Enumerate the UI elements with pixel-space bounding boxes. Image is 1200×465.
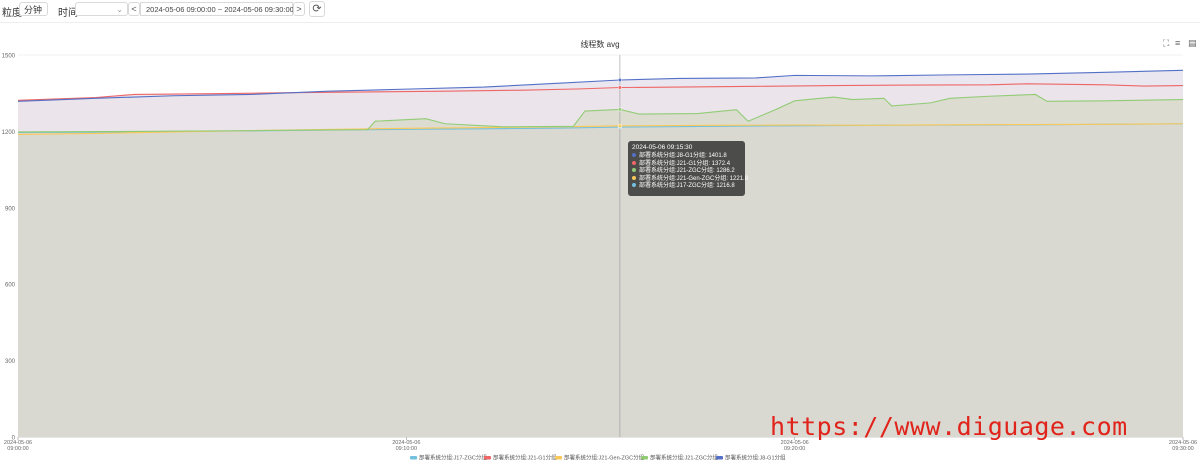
y-tick-label: 900 [5, 206, 16, 212]
tooltip-row-text: 部署系统分组:J21-ZGC分组: 1286.2 [639, 168, 735, 174]
tooltip-row-text: 部署系统分组:J8-G1分组: 1401.8 [639, 153, 727, 159]
tooltip-row: 部署系统分组:J21-ZGC分组: 1286.2 [632, 168, 741, 176]
tooltip-row: 部署系统分组:J8-G1分组: 1401.8 [632, 153, 741, 161]
series-point [617, 107, 622, 112]
tooltip-row: 部署系统分组:J21-Gen-ZGC分组: 1221.8 [632, 175, 748, 184]
y-tick-label: 300 [5, 359, 16, 365]
x-tick-time: 09:30:00 [1172, 446, 1193, 452]
legend-label: 部署系统分组:J8-G1分组 [725, 454, 786, 462]
watermark-url: https://www.diguage.com [770, 412, 1128, 441]
legend-swatch [484, 456, 491, 460]
series-dot-icon [632, 175, 636, 180]
chart-tooltip: 2024-05-06 09:15:30 部署系统分组:J8-G1分组: 1401… [628, 141, 748, 196]
tooltip-row: 部署系统分组:J17-ZGC分组: 1216.8 [632, 183, 741, 191]
tooltip-row: 部署系统分组:J21-G1分组: 1372.4 [632, 160, 741, 169]
line-chart: 0300600900120015002024-05-0609:00:002024… [2, 54, 1197, 462]
legend-label: 部署系统分组:J21-G1分组 [493, 454, 557, 462]
series-point [617, 123, 622, 128]
y-tick-label: 1200 [2, 130, 16, 136]
series-area [18, 123, 1183, 437]
tooltip-row-text: 部署系统分组:J21-G1分组: 1372.4 [639, 160, 731, 167]
legend-label: 部署系统分组:J17-ZGC分组 [419, 454, 487, 462]
x-tick-time: 09:20:00 [784, 446, 805, 452]
legend-swatch [555, 456, 562, 460]
x-tick-time: 09:00:00 [7, 446, 28, 452]
x-tick-time: 09:10:00 [396, 446, 417, 452]
tooltip-row-text: 部署系统分组:J17-ZGC分组: 1216.8 [639, 183, 735, 189]
legend-swatch [716, 456, 723, 460]
tooltip-time: 2024-05-06 09:15:30 [632, 144, 693, 151]
legend-swatch [641, 456, 648, 460]
series-dot-icon [632, 168, 636, 172]
tooltip-row-text: 部署系统分组:J21-Gen-ZGC分组: 1221.8 [639, 175, 749, 182]
legend-swatch [410, 456, 417, 460]
series-dot-icon [632, 153, 636, 157]
series-point [617, 85, 622, 90]
legend-label: 部署系统分组:J21-Gen-ZGC分组 [564, 454, 645, 462]
y-tick-label: 600 [5, 283, 16, 289]
y-tick-label: 1500 [2, 54, 16, 60]
series-dot-icon [632, 160, 636, 165]
series-dot-icon [632, 183, 636, 187]
legend-label: 部署系统分组:J21-ZGC分组 [650, 454, 718, 462]
series-point [617, 77, 622, 83]
